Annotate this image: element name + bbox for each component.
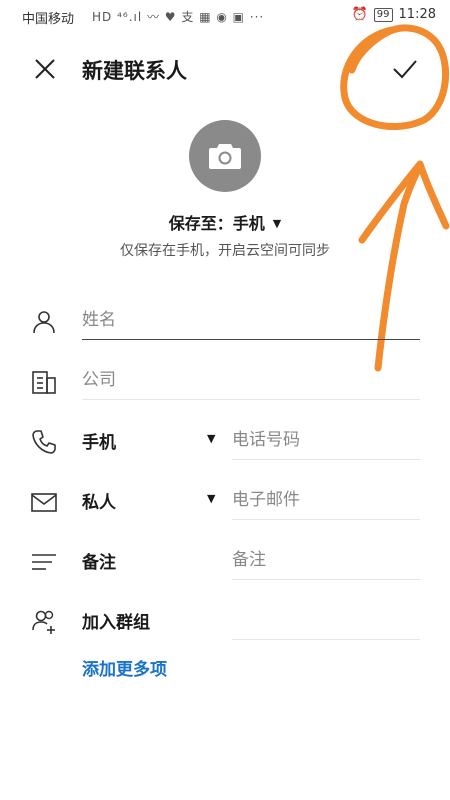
note-field[interactable]: 备注 bbox=[232, 540, 420, 580]
camera-icon bbox=[209, 144, 241, 169]
confirm-button[interactable] bbox=[388, 52, 422, 86]
status-bar: 中国移动 HD ⁴⁶.ıl 〰 ♥ 支 ▦ ◉ ▣ ··· ⏰ 99 11:28 bbox=[0, 0, 450, 32]
save-hint: 仅保存在手机，开启云空间可同步 bbox=[120, 243, 330, 259]
chevron-down-icon[interactable]: ▼ bbox=[207, 432, 215, 445]
save-location-selector[interactable]: 保存至：手机 ▼ bbox=[0, 210, 450, 234]
add-more-fields-link[interactable]: 添加更多项 bbox=[82, 655, 167, 680]
email-row: 私人 ▼ 电子邮件 bbox=[0, 472, 450, 532]
phone-icon bbox=[32, 430, 56, 454]
group-row: 加入群组 bbox=[0, 592, 450, 652]
status-right: ⏰ 99 11:28 bbox=[352, 7, 436, 22]
chevron-down-icon: ▼ bbox=[272, 217, 282, 230]
company-field[interactable]: 公司 bbox=[82, 360, 420, 400]
phone-type-label[interactable]: 手机 bbox=[82, 428, 116, 453]
battery-icon: 99 bbox=[373, 7, 393, 22]
note-row: 备注 备注 bbox=[0, 532, 450, 592]
group-label[interactable]: 加入群组 bbox=[82, 608, 150, 633]
close-icon bbox=[35, 59, 55, 79]
name-field[interactable]: 姓名 bbox=[82, 300, 420, 340]
mail-icon bbox=[31, 493, 57, 512]
name-row: 姓名 bbox=[0, 292, 450, 352]
person-icon bbox=[33, 311, 55, 334]
email-field[interactable]: 电子邮件 bbox=[232, 480, 420, 520]
status-icons: HD ⁴⁶.ıl 〰 ♥ 支 ▦ ◉ ▣ ··· bbox=[92, 10, 265, 24]
phone-number-field[interactable]: 电话号码 bbox=[232, 420, 420, 460]
checkmark-icon bbox=[393, 60, 417, 79]
email-type-label[interactable]: 私人 bbox=[82, 488, 116, 513]
add-group-icon bbox=[32, 610, 55, 634]
company-icon bbox=[32, 371, 56, 394]
note-label: 备注 bbox=[82, 553, 116, 573]
chevron-down-icon[interactable]: ▼ bbox=[207, 492, 215, 505]
note-icon bbox=[32, 554, 56, 570]
company-row: 公司 bbox=[0, 352, 450, 412]
header: 新建联系人 bbox=[0, 40, 450, 96]
group-field[interactable] bbox=[232, 600, 420, 640]
avatar-photo-button[interactable] bbox=[189, 120, 261, 192]
save-location-label: 保存至：手机 bbox=[168, 214, 265, 233]
close-button[interactable] bbox=[30, 54, 60, 84]
carrier-label: 中国移动 bbox=[22, 12, 75, 27]
status-time: 11:28 bbox=[398, 7, 436, 22]
phone-row: 手机 ▼ 电话号码 bbox=[0, 412, 450, 472]
alarm-icon: ⏰ bbox=[351, 7, 368, 22]
page-title: 新建联系人 bbox=[82, 59, 187, 83]
